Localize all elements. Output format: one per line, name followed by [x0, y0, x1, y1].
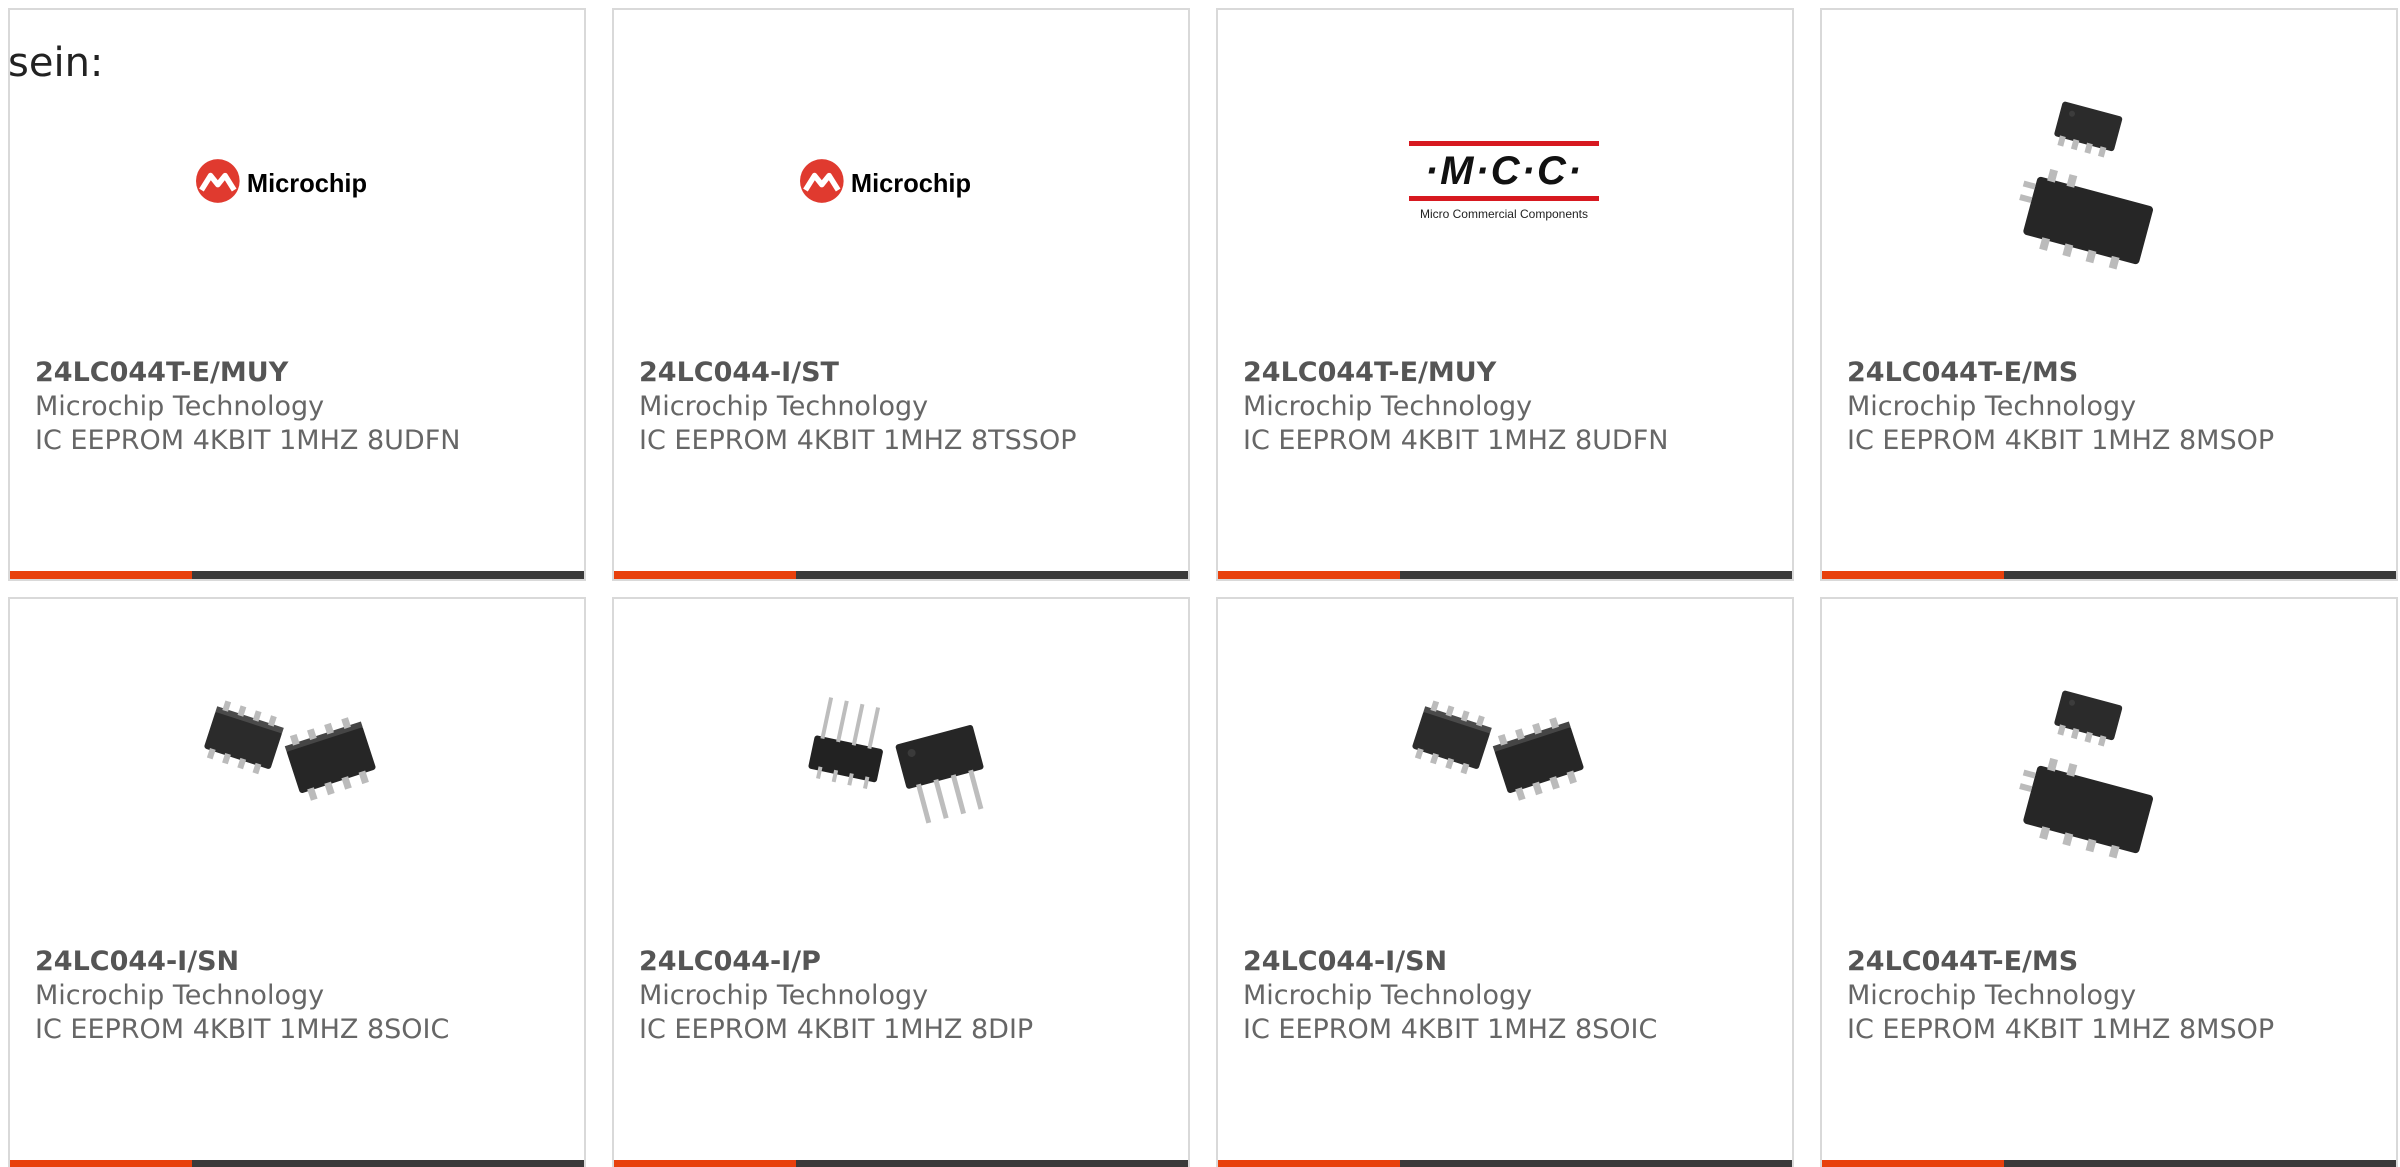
manufacturer-label: Microchip Technology — [35, 980, 325, 1011]
product-info: 24LC044T-E/MUY Microchip Technology IC E… — [35, 356, 574, 458]
product-description: IC EEPROM 4KBIT 1MHZ 8UDFN — [1243, 425, 1669, 456]
card-footer-bar — [10, 1160, 584, 1167]
card-accent-bar — [614, 571, 796, 579]
product-description: IC EEPROM 4KBIT 1MHZ 8TSSOP — [639, 425, 1077, 456]
product-card[interactable]: ·M·C·C· Micro Commercial Components 24LC… — [1216, 8, 1794, 581]
msop-chip-icon — [2008, 81, 2208, 281]
manufacturer-label: Microchip Technology — [1847, 391, 2137, 422]
card-footer-bar — [614, 1160, 1188, 1167]
manufacturer-label: Microchip Technology — [639, 980, 929, 1011]
msop-chip-icon — [2008, 670, 2208, 870]
manufacturer-label: Microchip Technology — [1243, 980, 1533, 1011]
card-footer-bar — [1822, 571, 2396, 579]
product-description: IC EEPROM 4KBIT 1MHZ 8UDFN — [35, 425, 461, 456]
mcc-logo-icon: ·M·C·C· Micro Commercial Components — [1404, 81, 1604, 281]
manufacturer-label: Microchip Technology — [35, 391, 325, 422]
svg-text:Microchip: Microchip — [851, 170, 971, 198]
product-info: 24LC044T-E/MS Microchip Technology IC EE… — [1847, 945, 2386, 1047]
product-description: IC EEPROM 4KBIT 1MHZ 8SOIC — [1243, 1014, 1658, 1045]
card-accent-bar — [1822, 1160, 2004, 1167]
part-number-link[interactable]: 24LC044T-E/MUY — [35, 356, 574, 390]
product-description: IC EEPROM 4KBIT 1MHZ 8MSOP — [1847, 1014, 2275, 1045]
product-card[interactable]: Microchip 24LC044-I/ST Microchip Technol… — [612, 8, 1190, 581]
manufacturer-label: Microchip Technology — [1243, 391, 1533, 422]
microchip-logo-icon: Microchip — [800, 81, 1000, 281]
manufacturer-label: Microchip Technology — [639, 391, 929, 422]
product-info: 24LC044-I/SN Microchip Technology IC EEP… — [35, 945, 574, 1047]
card-accent-bar — [1218, 1160, 1400, 1167]
part-number-link[interactable]: 24LC044-I/SN — [1243, 945, 1782, 979]
card-footer-bar — [1822, 1160, 2396, 1167]
part-number-link[interactable]: 24LC044-I/SN — [35, 945, 574, 979]
card-footer-bar — [10, 571, 584, 579]
card-footer-bar — [614, 571, 1188, 579]
product-card[interactable]: 24LC044T-E/MS Microchip Technology IC EE… — [1820, 8, 2398, 581]
product-description: IC EEPROM 4KBIT 1MHZ 8DIP — [639, 1014, 1034, 1045]
card-accent-bar — [614, 1160, 796, 1167]
card-accent-bar — [1218, 571, 1400, 579]
card-accent-bar — [1822, 571, 2004, 579]
product-description: IC EEPROM 4KBIT 1MHZ 8SOIC — [35, 1014, 450, 1045]
intro-text: sein: — [8, 40, 104, 86]
soic-chip-icon — [196, 670, 396, 870]
product-info: 24LC044-I/ST Microchip Technology IC EEP… — [639, 356, 1178, 458]
product-info: 24LC044T-E/MS Microchip Technology IC EE… — [1847, 356, 2386, 458]
product-card[interactable]: 24LC044-I/SN Microchip Technology IC EEP… — [1216, 597, 1794, 1167]
product-info: 24LC044-I/SN Microchip Technology IC EEP… — [1243, 945, 1782, 1047]
product-card[interactable]: Microchip 24LC044T-E/MUY Microchip Techn… — [8, 8, 586, 581]
product-card[interactable]: 24LC044-I/P Microchip Technology IC EEPR… — [612, 597, 1190, 1167]
product-info: 24LC044T-E/MUY Microchip Technology IC E… — [1243, 356, 1782, 458]
part-number-link[interactable]: 24LC044-I/P — [639, 945, 1178, 979]
product-grid-page: sein: Microchip 24LC044T-E/MUY Microchip… — [0, 0, 2400, 1167]
product-description: IC EEPROM 4KBIT 1MHZ 8MSOP — [1847, 425, 2275, 456]
product-info: 24LC044-I/P Microchip Technology IC EEPR… — [639, 945, 1178, 1047]
microchip-logo-icon: Microchip — [196, 81, 396, 281]
card-footer-bar — [1218, 1160, 1792, 1167]
manufacturer-label: Microchip Technology — [1847, 980, 2137, 1011]
card-accent-bar — [10, 571, 192, 579]
part-number-link[interactable]: 24LC044T-E/MUY — [1243, 356, 1782, 390]
mcc-logo-text: ·M·C·C· — [1424, 149, 1584, 193]
card-accent-bar — [10, 1160, 192, 1167]
product-card[interactable]: 24LC044T-E/MS Microchip Technology IC EE… — [1820, 597, 2398, 1167]
part-number-link[interactable]: 24LC044-I/ST — [639, 356, 1178, 390]
product-card[interactable]: 24LC044-I/SN Microchip Technology IC EEP… — [8, 597, 586, 1167]
dip-chip-icon — [800, 670, 1000, 870]
soic-chip-icon — [1404, 670, 1604, 870]
card-footer-bar — [1218, 571, 1792, 579]
mcc-logo-subtext: Micro Commercial Components — [1419, 207, 1589, 221]
svg-text:Microchip: Microchip — [247, 170, 367, 198]
part-number-link[interactable]: 24LC044T-E/MS — [1847, 356, 2386, 390]
part-number-link[interactable]: 24LC044T-E/MS — [1847, 945, 2386, 979]
